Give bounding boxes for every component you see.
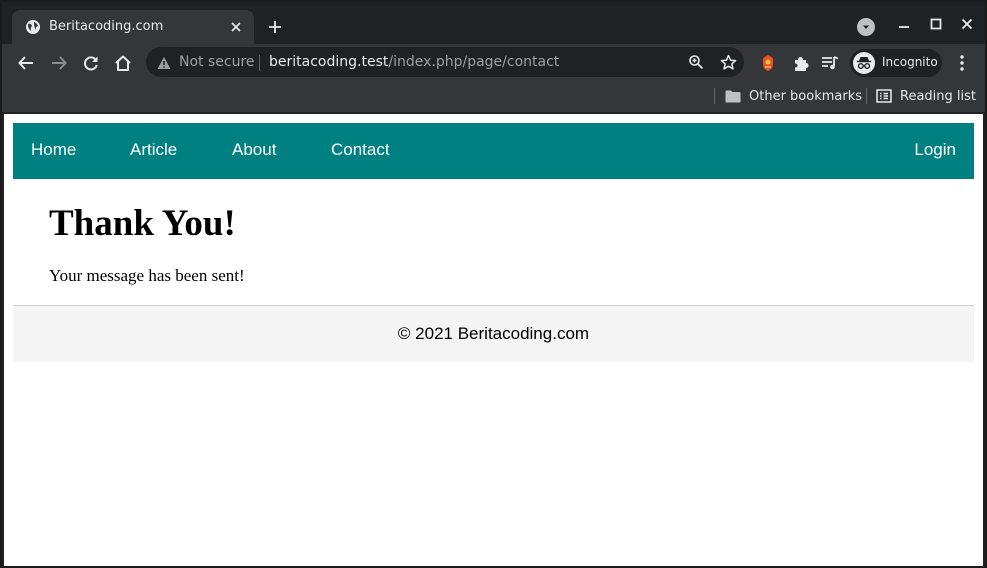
- arrow-right-icon: [52, 56, 67, 70]
- plus-icon: [269, 21, 281, 33]
- star-icon[interactable]: [719, 53, 737, 71]
- more-vert-icon[interactable]: [952, 53, 972, 73]
- bookmarks-divider: [714, 88, 715, 104]
- bookmarks-divider: [866, 88, 867, 104]
- url-path: /index.php/page/contact: [388, 54, 560, 70]
- other-bookmarks-label: Other bookmarks: [749, 88, 863, 104]
- reading-list-icon: [876, 89, 892, 103]
- minimize-icon: [899, 26, 909, 28]
- maximize-icon: [930, 18, 942, 30]
- maximize-button[interactable]: [923, 12, 949, 36]
- incognito-profile-button[interactable]: Incognito: [850, 49, 942, 77]
- tab-title: Beritacoding.com: [49, 19, 164, 34]
- close-icon: [961, 18, 973, 30]
- site-footer: © 2021 Beritacoding.com: [13, 305, 974, 362]
- site-navbar: Home Article About Contact Login: [13, 123, 974, 179]
- omnibox-divider: [259, 55, 260, 71]
- globe-icon: [25, 19, 41, 35]
- incognito-icon: [853, 52, 875, 74]
- confirmation-message: Your message has been sent!: [49, 266, 245, 285]
- reading-list-label: Reading list: [900, 88, 976, 104]
- zoom-icon[interactable]: [687, 53, 705, 71]
- address-bar[interactable]: Not secure beritacoding.test/index.php/p…: [146, 47, 744, 77]
- other-bookmarks-button[interactable]: Other bookmarks: [725, 85, 862, 107]
- browser-toolbar: Not secure beritacoding.test/index.php/p…: [2, 44, 985, 82]
- nav-link-about[interactable]: About: [232, 140, 276, 160]
- reload-button[interactable]: [79, 51, 103, 75]
- page-viewport: Home Article About Contact Login Thank Y…: [4, 114, 983, 566]
- footer-copyright: © 2021 Beritacoding.com: [397, 324, 590, 343]
- reload-icon: [84, 56, 98, 71]
- incognito-label: Incognito: [882, 55, 938, 69]
- browser-tab[interactable]: Beritacoding.com: [12, 10, 254, 44]
- security-label[interactable]: Not secure: [179, 54, 255, 70]
- browser-window: Beritacoding.com Not secure beritacoding…: [0, 0, 987, 568]
- close-icon[interactable]: [228, 19, 244, 35]
- tab-search-button[interactable]: [857, 18, 875, 36]
- nav-link-contact[interactable]: Contact: [331, 140, 390, 160]
- reading-list-button[interactable]: Reading list: [876, 85, 976, 107]
- page-title: Thank You!: [49, 203, 236, 244]
- warning-icon[interactable]: [157, 55, 171, 69]
- url-host: beritacoding.test: [269, 54, 389, 70]
- puzzle-icon[interactable]: [790, 53, 810, 73]
- back-button[interactable]: [14, 51, 38, 75]
- nav-link-home[interactable]: Home: [31, 140, 76, 160]
- bookmarks-bar: Other bookmarks Reading list: [2, 82, 985, 112]
- home-button[interactable]: [111, 51, 135, 75]
- nav-link-login[interactable]: Login: [914, 140, 956, 160]
- folder-icon: [725, 90, 741, 102]
- new-tab-button[interactable]: [264, 16, 286, 38]
- tab-strip: Beritacoding.com: [2, 2, 985, 44]
- home-icon: [115, 55, 131, 71]
- nav-link-article[interactable]: Article: [130, 140, 177, 160]
- minimize-button[interactable]: [891, 12, 917, 36]
- window-close-button[interactable]: [954, 12, 980, 36]
- forward-button[interactable]: [47, 51, 71, 75]
- extension-icon[interactable]: [758, 53, 778, 73]
- url-text[interactable]: beritacoding.test/index.php/page/contact: [269, 54, 559, 70]
- chevron-down-icon: [863, 25, 869, 29]
- media-queue-icon[interactable]: [820, 53, 840, 73]
- arrow-left-icon: [18, 56, 33, 70]
